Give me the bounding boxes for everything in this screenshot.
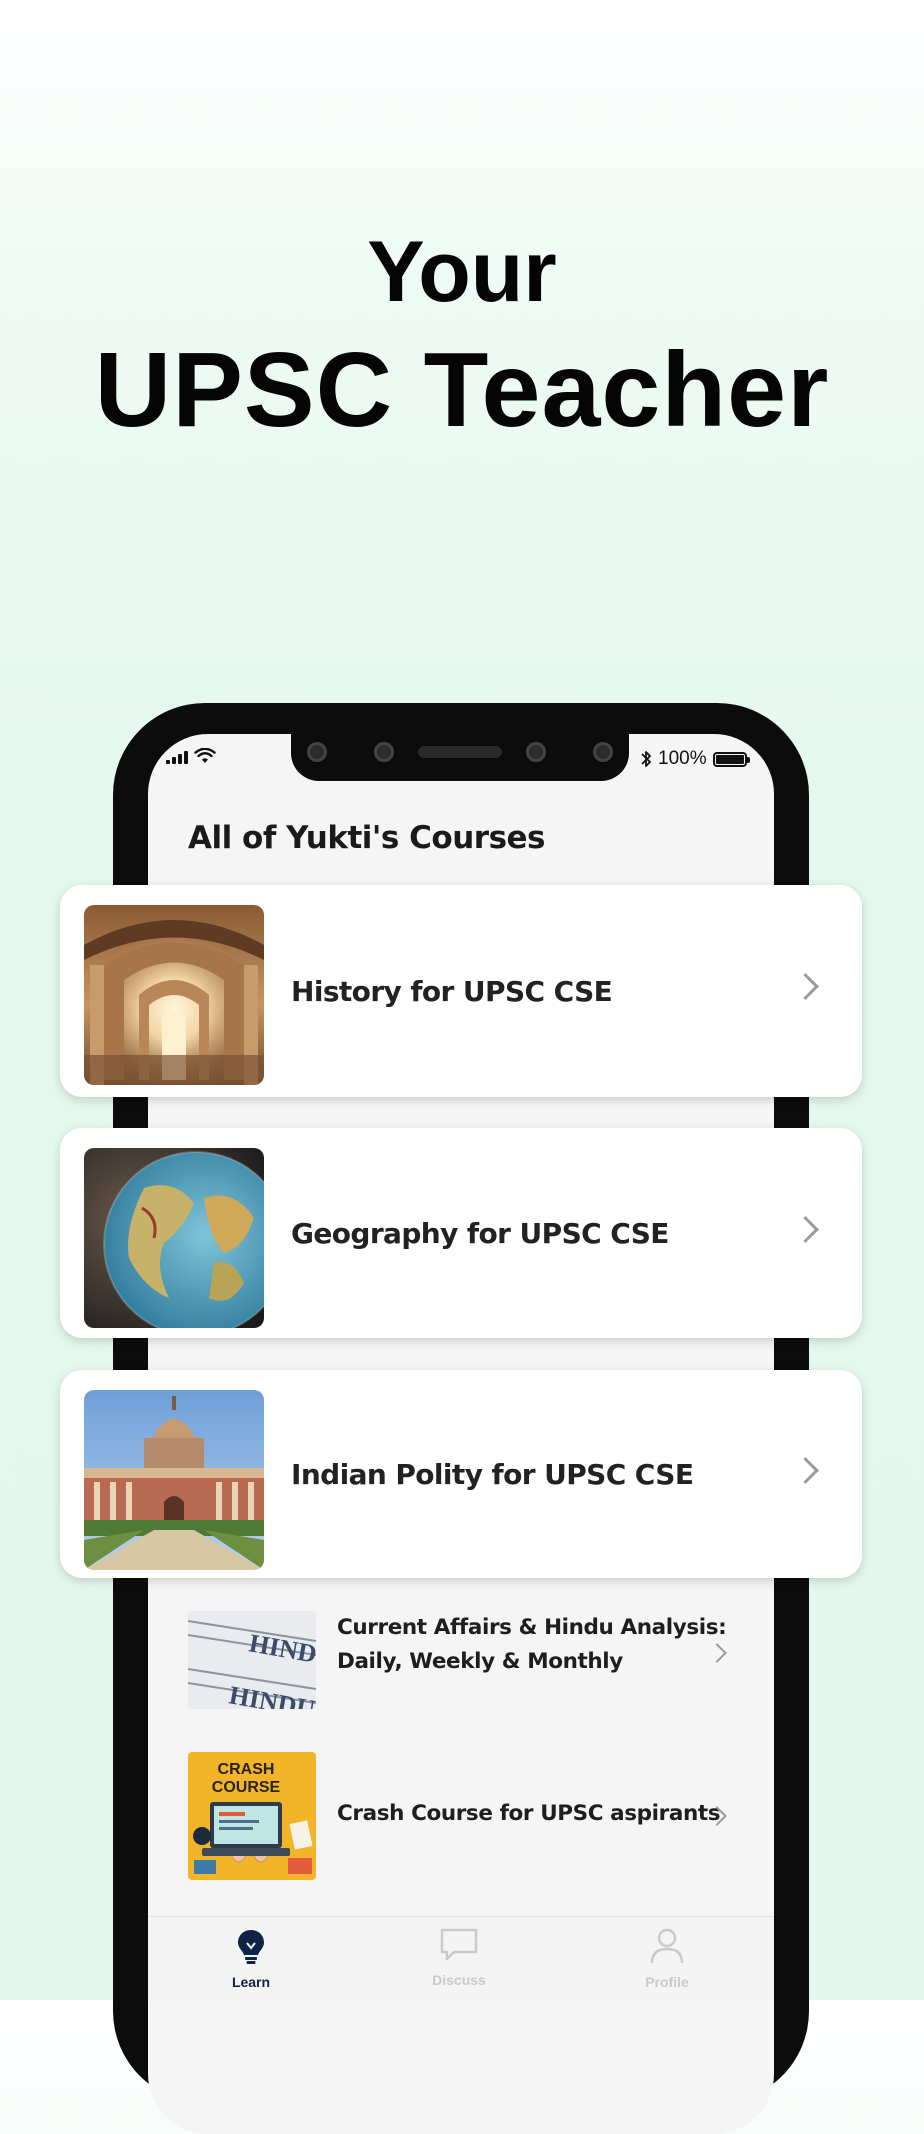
chat-bubble-icon — [440, 1928, 478, 1961]
headline-line-2: UPSC Teacher — [94, 331, 830, 449]
chevron-right-icon — [792, 973, 819, 1000]
person-icon — [650, 1928, 684, 1964]
battery-icon — [712, 751, 750, 767]
tab-discuss[interactable]: Discuss — [384, 1927, 534, 1988]
course-title: Crash Course for UPSC aspirants — [337, 1801, 721, 1826]
headline-line-1: Your — [367, 224, 557, 320]
parliament-building-photo — [84, 1390, 264, 1570]
course-title: Indian Polity for UPSC CSE — [291, 1457, 694, 1491]
bottom-tab-bar: Learn Discuss Profile — [148, 1916, 774, 2001]
camera-icon — [374, 742, 394, 762]
course-title-line-1: Current Affairs & Hindu Analysis: — [337, 1615, 727, 1640]
page-title: All of Yukti's Courses — [188, 820, 546, 856]
speaker-grille — [418, 746, 502, 758]
sensor-icon — [526, 742, 546, 762]
tab-label: Discuss — [432, 1972, 486, 1988]
status-bar-right: 100% — [640, 748, 750, 770]
tab-profile[interactable]: Profile — [592, 1927, 742, 1990]
signal-icon — [166, 751, 188, 764]
course-row-current-affairs[interactable]: HINDU HINDU Current Affairs & Hindu Anal… — [188, 1611, 748, 1711]
chevron-right-icon — [707, 1643, 727, 1663]
crash-course-illustration: CRASH COURSE — [188, 1752, 316, 1880]
chevron-right-icon — [792, 1457, 819, 1484]
lightbulb-icon — [238, 1930, 264, 1964]
tab-label: Profile — [645, 1974, 689, 1990]
camera-icon — [593, 742, 613, 762]
globe-photo — [84, 1148, 264, 1328]
tab-learn[interactable]: Learn — [176, 1929, 326, 1990]
status-bar-left — [166, 748, 216, 764]
chevron-right-icon — [792, 1216, 819, 1243]
archway-colonnade-photo — [84, 905, 264, 1085]
bluetooth-icon — [641, 751, 651, 767]
image-text: CRASH — [218, 1761, 275, 1778]
course-card-geography[interactable]: Geography for UPSC CSE — [60, 1128, 862, 1338]
tab-label: Learn — [231, 1974, 271, 1990]
course-title-line-2: Daily, Weekly & Monthly — [337, 1649, 623, 1674]
image-text: COURSE — [212, 1779, 281, 1796]
battery-percentage: 100% — [658, 748, 707, 769]
wifi-icon — [194, 748, 216, 763]
course-row-crash-course[interactable]: CRASH COURSE Crash Course for UPSC aspir… — [188, 1752, 748, 1880]
course-card-polity[interactable]: Indian Polity for UPSC CSE — [60, 1370, 862, 1578]
course-title: History for UPSC CSE — [291, 974, 613, 1008]
course-title: Geography for UPSC CSE — [291, 1216, 669, 1250]
sensor-icon — [307, 742, 327, 762]
newspaper-photo: HINDU HINDU — [188, 1611, 316, 1709]
course-card-history[interactable]: History for UPSC CSE — [60, 885, 862, 1097]
